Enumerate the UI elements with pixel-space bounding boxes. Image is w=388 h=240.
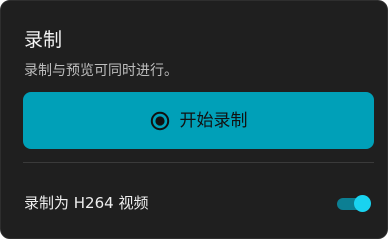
h264-toggle-label: 录制为 H264 视频	[24, 194, 149, 212]
start-recording-label: 开始录制	[179, 110, 248, 131]
record-icon	[150, 111, 170, 131]
panel-title: 录制	[24, 29, 63, 51]
recording-panel: 录制 录制与预览可同时进行。 开始录制 录制为 H264 视频	[0, 0, 388, 239]
start-recording-button[interactable]: 开始录制	[23, 92, 374, 149]
panel-subtitle: 录制与预览可同时进行。	[24, 63, 178, 79]
divider	[23, 162, 374, 163]
h264-toggle-switch[interactable]	[337, 194, 371, 212]
toggle-knob	[354, 195, 371, 212]
